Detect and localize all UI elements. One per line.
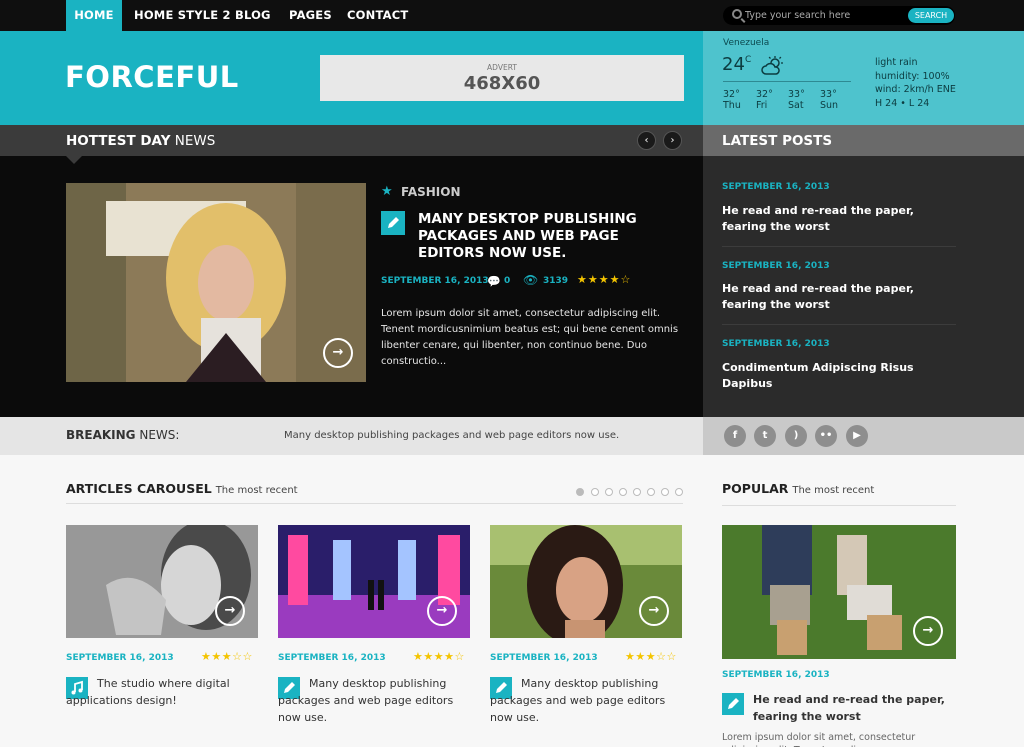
eye-icon: 👁 <box>523 273 539 287</box>
read-more-arrow-button[interactable]: → <box>639 596 669 626</box>
popular-date: SEPTEMBER 16, 2013 <box>722 670 830 680</box>
youtube-icon[interactable]: ▶ <box>846 425 868 447</box>
advert-size: 468X60 <box>463 73 541 94</box>
view-count: 3139 <box>543 276 569 286</box>
nav-home-style-2[interactable]: HOME STYLE 2 <box>134 0 231 31</box>
rating-stars: ★★★★☆ <box>413 650 465 663</box>
header-notch <box>66 156 82 164</box>
nav-pages[interactable]: PAGES <box>289 0 332 31</box>
divider <box>722 246 956 247</box>
advert-label: ADVERT <box>487 63 517 72</box>
nav-blog[interactable]: BLOG <box>235 0 271 31</box>
forecast-day: 32° Fri <box>756 89 773 111</box>
comment-icon: 💬 <box>487 275 501 288</box>
weather-unit: C <box>745 55 752 65</box>
latest-post-date: SEPTEMBER 16, 2013 <box>722 339 830 349</box>
card-date: SEPTEMBER 16, 2013 <box>490 653 598 663</box>
forecast-day: 32° Thu <box>723 89 741 111</box>
cloud-sun-icon <box>761 56 783 75</box>
carousel-dot[interactable] <box>576 488 584 496</box>
rss-icon[interactable]: ) <box>785 425 807 447</box>
pencil-icon <box>722 693 744 715</box>
nav-contact[interactable]: CONTACT <box>347 0 408 31</box>
weather-widget: Venezuela 24 C 32° Thu 32° Fri 33° Sat 33° S… <box>703 31 1024 125</box>
card-date: SEPTEMBER 16, 2013 <box>278 653 386 663</box>
card-title[interactable]: The studio where digital applications de… <box>66 675 246 709</box>
card-title[interactable]: Many desktop publishing packages and web… <box>278 675 458 726</box>
popular-excerpt: Lorem ipsum dolor sit amet, consectetur … <box>722 732 916 747</box>
weather-hilo: H 24 • L 24 <box>875 97 930 109</box>
comment-count: 0 <box>504 276 511 286</box>
breaking-news-text[interactable]: Many desktop publishing packages and web… <box>284 430 619 441</box>
popular-title: POPULAR The most recent <box>722 481 875 496</box>
search-icon <box>732 9 742 19</box>
carousel-dot[interactable] <box>675 488 683 496</box>
carousel-dot[interactable] <box>633 488 641 496</box>
carousel-title: ARTICLES CAROUSEL The most recent <box>66 481 298 496</box>
search-bar: SEARCH <box>723 6 955 25</box>
nav-home[interactable]: HOME <box>66 0 122 31</box>
carousel-dot[interactable] <box>591 488 599 496</box>
site-logo[interactable]: FORCEFUL <box>65 60 239 94</box>
latest-post-title[interactable]: Condimentum Adipiscing Risus Dapibus <box>722 360 954 392</box>
star-icon: ★ <box>381 184 393 199</box>
read-more-arrow-button[interactable]: → <box>913 616 943 646</box>
forecast-day: 33° Sat <box>788 89 805 111</box>
twitter-icon[interactable]: t <box>754 425 776 447</box>
forecast-day: 33° Sun <box>820 89 839 111</box>
rating-stars: ★★★☆☆ <box>625 650 677 663</box>
popular-headline[interactable]: He read and re-read the paper, fearing t… <box>753 691 963 725</box>
flickr-icon[interactable]: •• <box>815 425 837 447</box>
featured-excerpt: Lorem ipsum dolor sit amet, consectetur … <box>381 308 679 367</box>
weather-condition: light rain <box>875 57 918 68</box>
weather-humidity: humidity: 100% <box>875 70 950 82</box>
latest-post-date: SEPTEMBER 16, 2013 <box>722 182 830 192</box>
latest-posts-title: LATEST POSTS <box>722 133 833 149</box>
card-title[interactable]: Many desktop publishing packages and web… <box>490 675 670 726</box>
carousel-dot[interactable] <box>647 488 655 496</box>
category-label[interactable]: FASHION <box>401 185 461 199</box>
rating-stars: ★★★☆☆ <box>201 650 253 663</box>
facebook-icon[interactable]: f <box>724 425 746 447</box>
read-more-arrow-button[interactable]: → <box>323 338 353 368</box>
read-more-arrow-button[interactable]: → <box>215 596 245 626</box>
read-more-arrow-button[interactable]: → <box>427 596 457 626</box>
prev-arrow-button[interactable]: ‹ <box>637 131 656 150</box>
card-date: SEPTEMBER 16, 2013 <box>66 653 174 663</box>
carousel-dot[interactable] <box>605 488 613 496</box>
latest-post-title[interactable]: He read and re-read the paper, fearing t… <box>722 203 954 235</box>
featured-image[interactable] <box>66 183 366 382</box>
featured-headline[interactable]: MANY DESKTOP PUBLISHING PACKAGES AND WEB… <box>418 211 678 262</box>
pencil-icon <box>381 211 405 235</box>
advert-banner[interactable]: ADVERT 468X60 <box>320 55 684 101</box>
featured-date: SEPTEMBER 16, 2013 <box>381 276 489 286</box>
weather-divider <box>723 81 851 82</box>
breaking-news-title: BREAKING NEWS: <box>66 428 180 442</box>
latest-post-date: SEPTEMBER 16, 2013 <box>722 261 830 271</box>
search-button[interactable]: SEARCH <box>908 8 954 23</box>
divider <box>66 503 683 504</box>
divider <box>722 324 956 325</box>
rating-stars: ★★★★☆ <box>577 273 632 286</box>
next-arrow-button[interactable]: › <box>663 131 682 150</box>
divider <box>722 505 956 506</box>
carousel-dot[interactable] <box>661 488 669 496</box>
search-input[interactable] <box>745 8 905 23</box>
weather-temperature: 24 <box>722 54 745 75</box>
weather-details: light rain humidity: 100% wind: 2km/h EN… <box>875 56 956 110</box>
carousel-dot[interactable] <box>619 488 627 496</box>
latest-post-title[interactable]: He read and re-read the paper, fearing t… <box>722 281 954 313</box>
hottest-news-title: HOTTEST DAY NEWS <box>66 133 216 149</box>
weather-wind: wind: 2km/h ENE <box>875 84 956 95</box>
weather-city: Venezuela <box>723 38 770 48</box>
